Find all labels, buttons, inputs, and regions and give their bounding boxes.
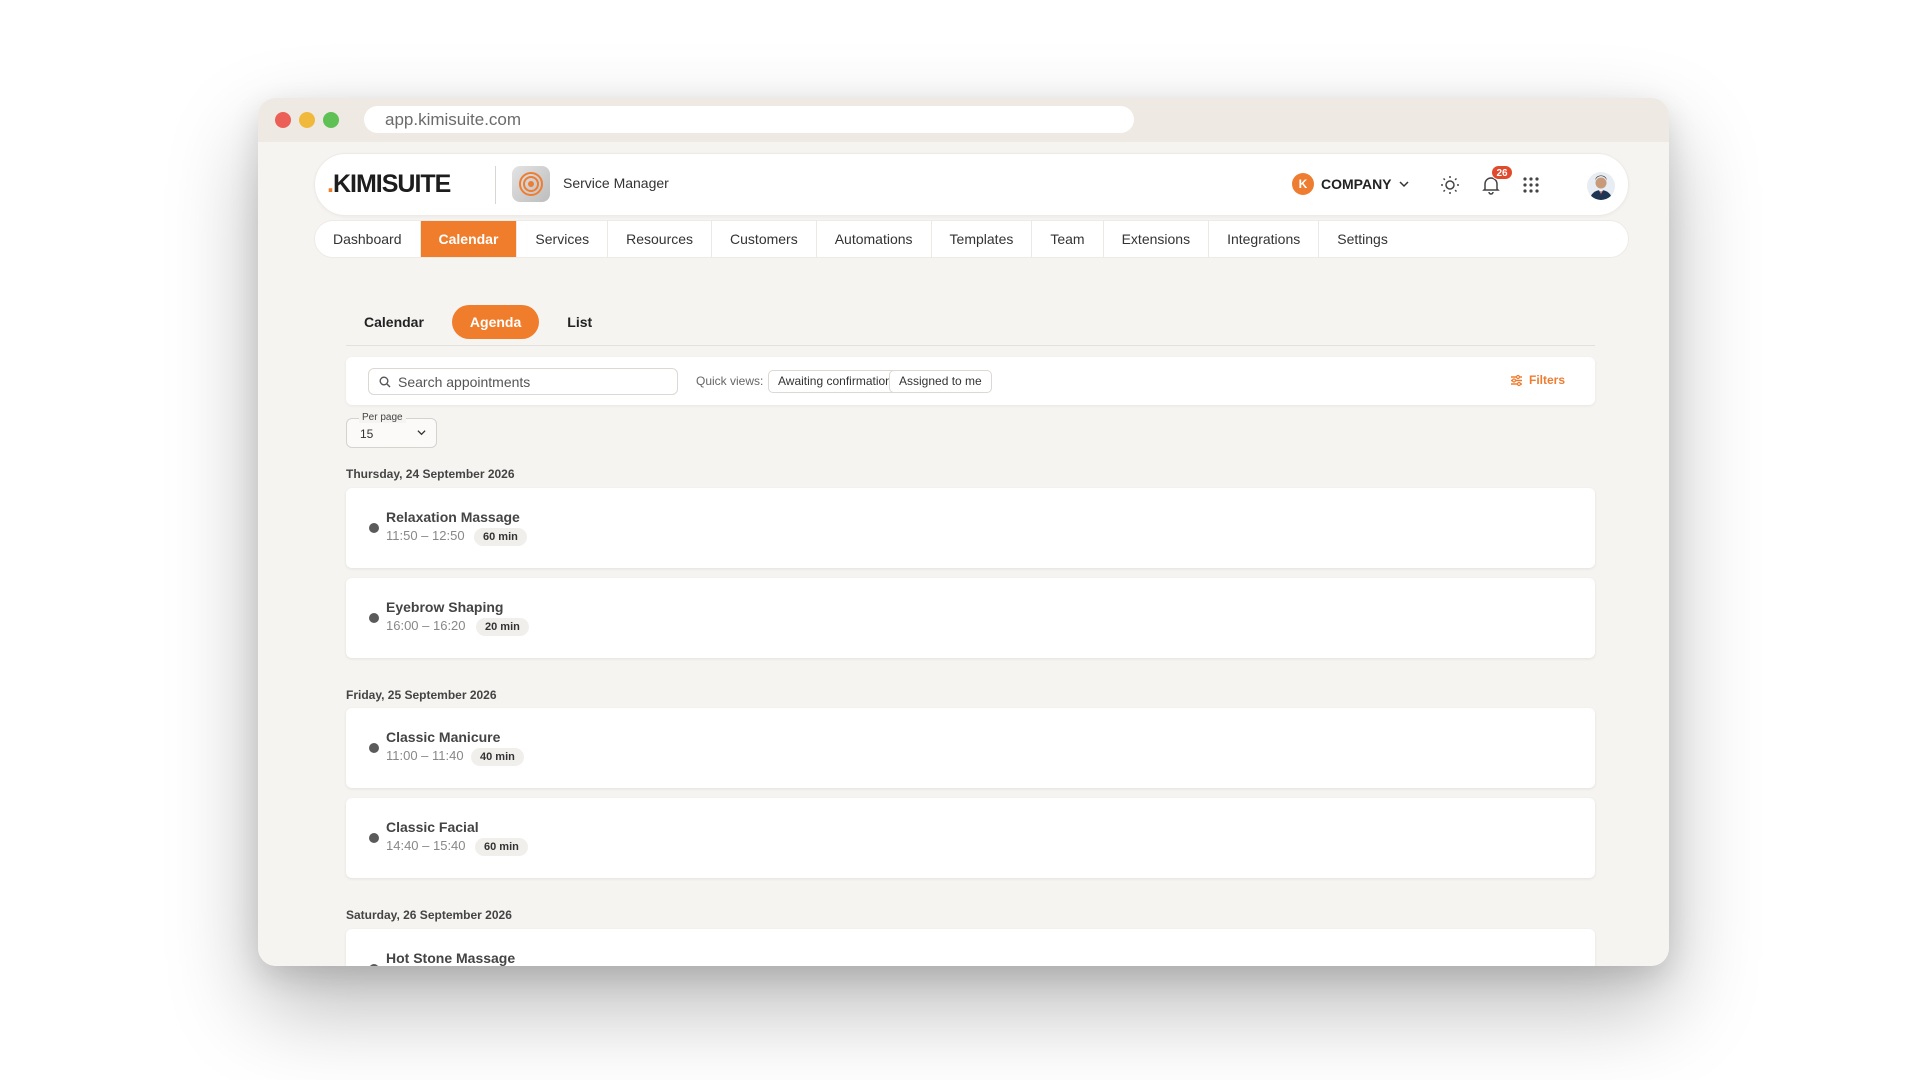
status-dot <box>369 743 379 753</box>
company-switcher[interactable]: K COMPANY <box>1292 172 1409 196</box>
appointment-title: Classic Manicure <box>386 729 501 745</box>
notification-count-badge: 26 <box>1491 165 1513 180</box>
apps-grid-button[interactable] <box>1519 173 1543 197</box>
status-dot <box>369 523 379 533</box>
sun-icon <box>1441 176 1459 194</box>
per-page-value: 15 <box>360 427 374 441</box>
app-content: .KIMISUITE Service Manager K COMPANY 26 … <box>258 142 1669 966</box>
maximize-window-button[interactable] <box>323 112 339 128</box>
search-input[interactable]: Search appointments <box>368 368 678 395</box>
nav-item-team[interactable]: Team <box>1032 221 1104 257</box>
sliders-icon <box>1510 374 1522 386</box>
nav-item-automations[interactable]: Automations <box>817 221 932 257</box>
status-dot <box>369 833 379 843</box>
header-divider <box>495 166 496 204</box>
appointment-title: Hot Stone Massage <box>386 950 516 966</box>
nav-item-dashboard[interactable]: Dashboard <box>315 221 421 257</box>
search-placeholder: Search appointments <box>398 373 531 390</box>
app-header: .KIMISUITE Service Manager K COMPANY 26 <box>314 153 1629 216</box>
company-label: COMPANY <box>1321 176 1392 192</box>
duration-badge: 20 min <box>476 618 529 636</box>
browser-titlebar: app.kimisuite.com <box>258 98 1669 142</box>
appointment-card[interactable]: Classic Manicure 11:00 – 11:40 40 min <box>346 708 1595 788</box>
nav-item-integrations[interactable]: Integrations <box>1209 221 1320 257</box>
per-page-label: Per page <box>359 412 406 423</box>
appointment-title: Eyebrow Shaping <box>386 599 504 615</box>
filters-label: Filters <box>1528 373 1565 387</box>
appointment-time: 16:00 – 16:20 <box>386 618 466 633</box>
brand-logo[interactable]: .KIMISUITE <box>327 170 451 199</box>
chevron-down-icon <box>1399 181 1409 188</box>
nav-item-calendar[interactable]: Calendar <box>420 221 518 257</box>
search-toolbar: Search appointments Quick views: Awaitin… <box>346 357 1595 405</box>
appointment-time: 14:40 – 15:40 <box>386 838 466 853</box>
chevron-down-icon <box>417 430 426 436</box>
duration-badge: 60 min <box>475 838 528 856</box>
appointment-card[interactable]: Classic Facial 14:40 – 15:40 60 min <box>346 798 1595 878</box>
close-window-button[interactable] <box>275 112 291 128</box>
date-heading: Saturday, 26 September 2026 <box>346 908 512 922</box>
search-icon <box>379 376 391 387</box>
user-avatar[interactable] <box>1587 172 1615 200</box>
address-bar[interactable]: app.kimisuite.com <box>364 106 1134 133</box>
appointment-title: Classic Facial <box>386 819 479 835</box>
app-name: Service Manager <box>563 175 669 191</box>
per-page-select[interactable]: Per page 15 <box>346 412 437 448</box>
service-manager-app-icon[interactable] <box>512 166 550 202</box>
quick-view-assigned-to-me[interactable]: Assigned to me <box>889 370 992 393</box>
appointment-title: Relaxation Massage <box>386 509 520 525</box>
main-nav: Dashboard Calendar Services Resources Cu… <box>314 220 1629 258</box>
quick-view-awaiting-confirmation[interactable]: Awaiting confirmation <box>768 370 902 393</box>
minimize-window-button[interactable] <box>299 112 315 128</box>
status-dot <box>369 613 379 623</box>
nav-item-customers[interactable]: Customers <box>712 221 817 257</box>
tabs-divider <box>346 345 1595 346</box>
company-badge: K <box>1292 173 1314 195</box>
tab-agenda[interactable]: Agenda <box>451 305 540 339</box>
appointment-time: 11:50 – 12:50 <box>386 528 465 543</box>
appointment-card[interactable]: Hot Stone Massage <box>346 929 1595 966</box>
duration-badge: 60 min <box>474 528 527 546</box>
brand-name: KIMISUITE <box>332 170 451 198</box>
tab-calendar[interactable]: Calendar <box>346 305 442 339</box>
grid-icon <box>1523 177 1539 193</box>
nav-item-services[interactable]: Services <box>517 221 609 257</box>
date-heading: Friday, 25 September 2026 <box>346 688 497 702</box>
browser-window: app.kimisuite.com .KIMISUITE Service Man… <box>258 98 1669 966</box>
filters-button[interactable]: Filters <box>1510 373 1565 387</box>
date-heading: Thursday, 24 September 2026 <box>346 467 515 481</box>
nav-item-settings[interactable]: Settings <box>1319 221 1406 257</box>
theme-toggle-button[interactable] <box>1438 173 1462 197</box>
appointment-time: 11:00 – 11:40 <box>386 748 464 763</box>
quick-views-label: Quick views: <box>696 374 764 388</box>
user-avatar-image <box>1590 175 1612 200</box>
view-tabs: Calendar Agenda List <box>346 305 610 339</box>
appointment-card[interactable]: Relaxation Massage 11:50 – 12:50 60 min <box>346 488 1595 568</box>
appointment-card[interactable]: Eyebrow Shaping 16:00 – 16:20 20 min <box>346 578 1595 658</box>
tab-list[interactable]: List <box>549 305 610 339</box>
nav-item-templates[interactable]: Templates <box>932 221 1033 257</box>
nav-item-extensions[interactable]: Extensions <box>1104 221 1210 257</box>
duration-badge: 40 min <box>471 748 524 766</box>
status-dot <box>369 964 379 966</box>
target-icon <box>519 172 543 196</box>
notifications-button[interactable]: 26 <box>1479 165 1513 197</box>
nav-item-resources[interactable]: Resources <box>608 221 713 257</box>
